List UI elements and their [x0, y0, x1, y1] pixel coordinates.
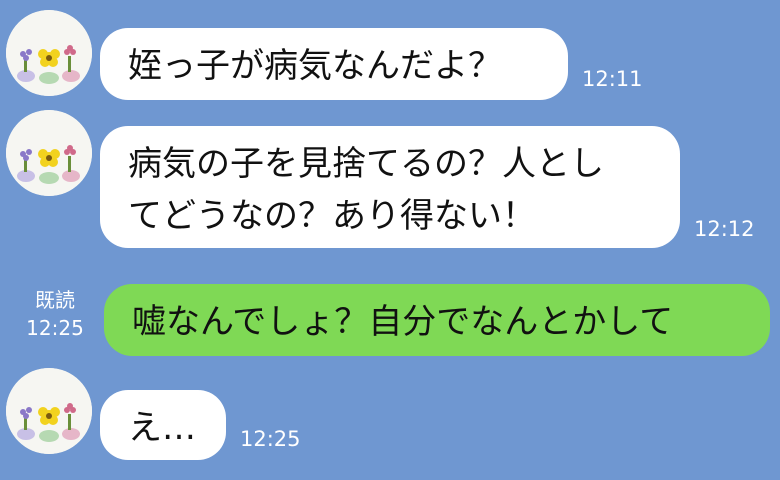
message-timestamp: 12:25 — [240, 427, 301, 451]
received-message-bubble[interactable]: 病気の子を見捨てるの？人とし てどうなの？あり得ない！ — [100, 126, 680, 248]
message-timestamp: 12:12 — [694, 217, 755, 241]
message-timestamp: 12:11 — [582, 67, 643, 91]
sent-message-bubble[interactable]: 嘘なんでしょ？自分でなんとかして — [104, 284, 770, 356]
message-row: 既読 12:25 嘘なんでしょ？自分でなんとかして — [0, 270, 780, 370]
received-message-bubble[interactable]: え… — [100, 390, 226, 460]
message-timestamp: 12:25 — [26, 316, 84, 340]
avatar[interactable] — [6, 10, 92, 96]
avatar[interactable] — [6, 368, 92, 454]
message-text: 嘘なんでしょ？自分でなんとかして — [132, 302, 674, 342]
message-text: え… — [128, 408, 196, 448]
flowers-avatar-icon — [6, 10, 92, 96]
chat-thread: 姪っ子が病気なんだよ？ 12:11 病気の子を見捨てるの？人とし てどうなの？あ… — [0, 0, 780, 480]
flowers-avatar-icon — [6, 368, 92, 454]
read-label: 既読 — [35, 288, 75, 312]
flowers-avatar-icon — [6, 110, 92, 196]
read-receipt: 既読 12:25 — [20, 286, 90, 342]
message-text: 姪っ子が病気なんだよ？ — [128, 46, 502, 86]
message-row: 病気の子を見捨てるの？人とし てどうなの？あり得ない！ 12:12 — [0, 110, 780, 260]
message-text-line: てどうなの？あり得ない！ — [128, 196, 536, 236]
message-text-line: 病気の子を見捨てるの？人とし — [128, 144, 604, 184]
avatar[interactable] — [6, 110, 92, 196]
message-row: え… 12:25 — [0, 368, 780, 480]
received-message-bubble[interactable]: 姪っ子が病気なんだよ？ — [100, 28, 568, 100]
message-row: 姪っ子が病気なんだよ？ 12:11 — [0, 0, 780, 110]
